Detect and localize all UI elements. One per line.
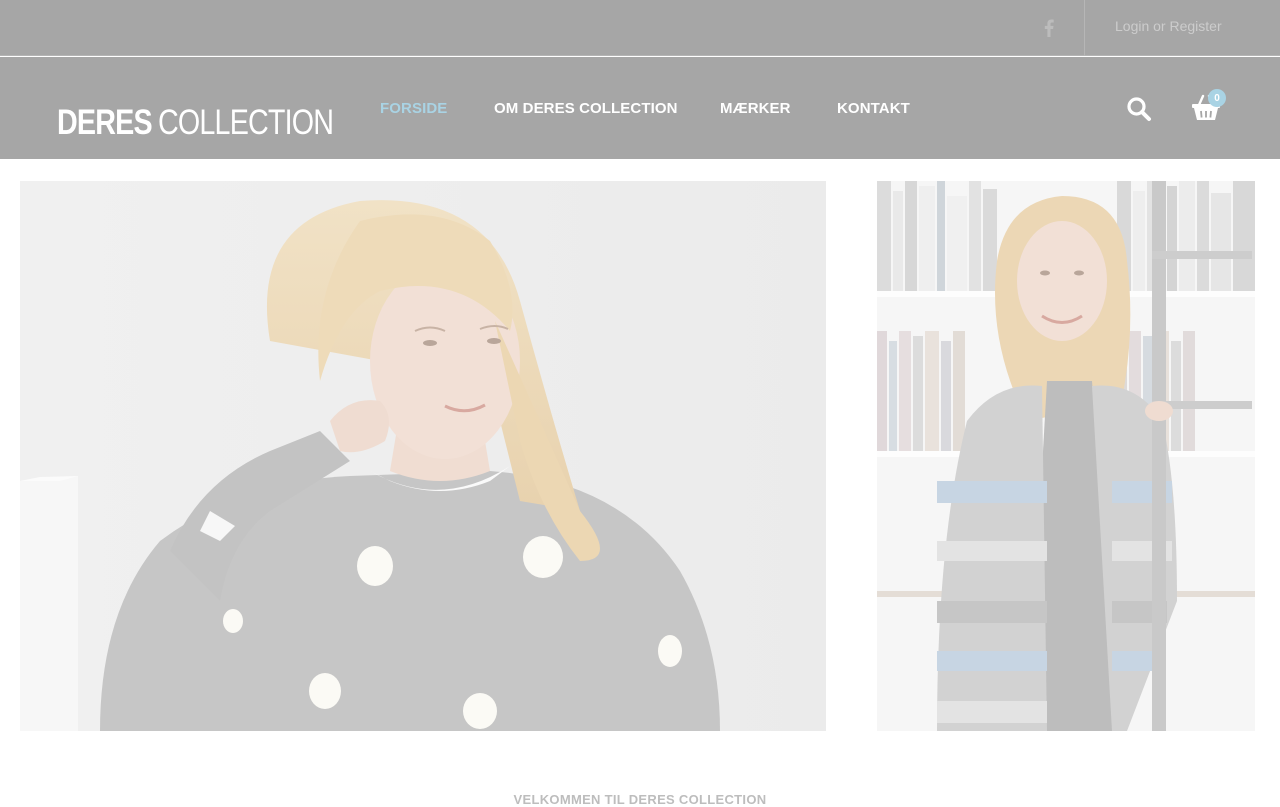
site-logo[interactable]: DERES COLLECTION — [57, 103, 334, 143]
hero-image-right[interactable] — [877, 181, 1255, 731]
nav-item-maerker[interactable]: MÆRKER — [720, 100, 791, 117]
woman-grey-polka-dot-sweater-photo — [20, 181, 826, 731]
woman-striped-cardigan-bookshelf-photo — [877, 181, 1255, 731]
top-utility-bar: Login or Register — [0, 0, 1280, 56]
facebook-icon[interactable] — [1037, 16, 1061, 40]
nav-item-kontakt[interactable]: KONTAKT — [837, 100, 910, 117]
topbar-divider — [1084, 0, 1085, 56]
nav-item-om-deres-collection[interactable]: OM DERES COLLECTION — [494, 100, 678, 117]
login-register-link[interactable]: Login or Register — [1115, 18, 1222, 34]
search-icon[interactable] — [1125, 95, 1153, 123]
cart-count-badge: 0 — [1208, 89, 1226, 107]
logo-word-collection: COLLECTION — [158, 103, 334, 142]
logo-word-deres: DERES — [57, 103, 153, 142]
nav-item-forside[interactable]: FORSIDE — [380, 100, 447, 117]
main-header: DERES COLLECTION FORSIDE OM DERES COLLEC… — [0, 57, 1280, 159]
hero-image-left[interactable] — [20, 181, 826, 731]
